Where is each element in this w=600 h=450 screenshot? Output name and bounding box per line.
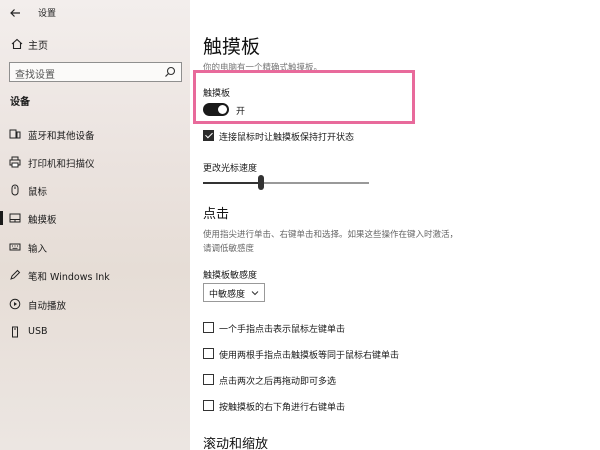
keyboard-icon (9, 243, 21, 251)
sidebar-home[interactable]: 主页 (0, 34, 190, 54)
usb-icon (12, 326, 18, 338)
sensitivity-value: 中敏感度 (209, 290, 246, 300)
page-title: 触摸板 (203, 36, 261, 58)
cursor-speed-label: 更改光标速度 (203, 164, 258, 174)
scroll-zoom-heading: 滚动和缩放 (203, 437, 269, 450)
sensitivity-label: 触摸板敏感度 (203, 271, 258, 281)
sidebar-item-label: 自动播放 (28, 301, 67, 312)
tap-option-label: 一个手指点击表示鼠标左键单击 (219, 325, 346, 335)
sidebar-item-label: USB (28, 326, 48, 337)
bluetooth-devices-icon (9, 129, 21, 139)
sidebar-item-touchpad[interactable]: 触摸板 (0, 207, 190, 229)
home-icon (11, 38, 23, 50)
sidebar: 设置 主页 查找设置 设备 蓝牙和其他设备 打印机和扫描仪 鼠标 触摸板 输入 … (0, 0, 190, 450)
tap-option-label: 使用两根手指点击触摸板等同于鼠标右键单击 (219, 351, 400, 361)
sidebar-item-label: 鼠标 (28, 187, 48, 198)
tap-option-checkbox[interactable] (203, 400, 214, 411)
back-button[interactable] (4, 2, 26, 24)
touchpad-toggle[interactable] (203, 103, 229, 116)
printer-icon (9, 156, 21, 168)
sidebar-item-printers[interactable]: 打印机和扫描仪 (0, 151, 190, 173)
search-input[interactable]: 查找设置 (9, 62, 182, 82)
tap-option-checkbox[interactable] (203, 322, 214, 333)
cursor-speed-thumb[interactable] (258, 175, 265, 190)
touchpad-toggle-state: 开 (236, 107, 246, 117)
keep-on-mouse-label: 连接鼠标时让触摸板保持打开状态 (219, 133, 355, 143)
cursor-speed-fill (203, 182, 262, 184)
sidebar-item-label: 触摸板 (28, 215, 57, 226)
sidebar-item-mouse[interactable]: 鼠标 (0, 179, 190, 201)
chevron-down-icon (251, 291, 259, 296)
window-title: 设置 (38, 9, 57, 19)
title-bar: 设置 (0, 0, 190, 26)
taps-description: 使用指尖进行单击、右键单击和选择。如果这些操作在键入时激活，请调低敏感度 (203, 230, 459, 254)
sidebar-section-title: 设备 (10, 97, 30, 108)
search-placeholder: 查找设置 (15, 70, 55, 81)
sidebar-item-bluetooth[interactable]: 蓝牙和其他设备 (0, 123, 190, 145)
keep-on-mouse-checkbox[interactable] (203, 130, 214, 141)
sidebar-item-autoplay[interactable]: 自动播放 (0, 293, 190, 315)
sidebar-item-label: 蓝牙和其他设备 (28, 131, 95, 142)
sidebar-item-usb[interactable]: USB (0, 321, 190, 343)
sidebar-item-label: 打印机和扫描仪 (28, 159, 95, 170)
tap-option-label: 按触摸板的右下角进行右键单击 (219, 403, 346, 413)
sensitivity-dropdown[interactable]: 中敏感度 (203, 283, 265, 302)
mouse-icon (11, 184, 19, 196)
touchpad-icon (9, 213, 21, 223)
sidebar-item-label: 输入 (28, 244, 48, 255)
search-icon (165, 66, 176, 77)
autoplay-icon (9, 298, 21, 310)
home-label: 主页 (28, 41, 48, 52)
tap-option-checkbox[interactable] (203, 348, 214, 359)
sidebar-item-label: 笔和 Windows Ink (28, 272, 110, 283)
tap-option-label: 点击两次之后再拖动即可多选 (219, 377, 337, 387)
sidebar-item-pen[interactable]: 笔和 Windows Ink (0, 264, 190, 286)
tap-option-checkbox[interactable] (203, 374, 214, 385)
touchpad-toggle-label: 触摸板 (203, 89, 231, 99)
arrow-left-icon (10, 9, 20, 17)
sidebar-item-typing[interactable]: 输入 (0, 236, 190, 258)
pen-icon (10, 269, 21, 280)
taps-heading: 点击 (203, 207, 230, 222)
main-content: 触摸板 你的电脑有一个精确式触摸板。 触摸板 开 连接鼠标时让触摸板保持打开状态… (190, 0, 600, 450)
